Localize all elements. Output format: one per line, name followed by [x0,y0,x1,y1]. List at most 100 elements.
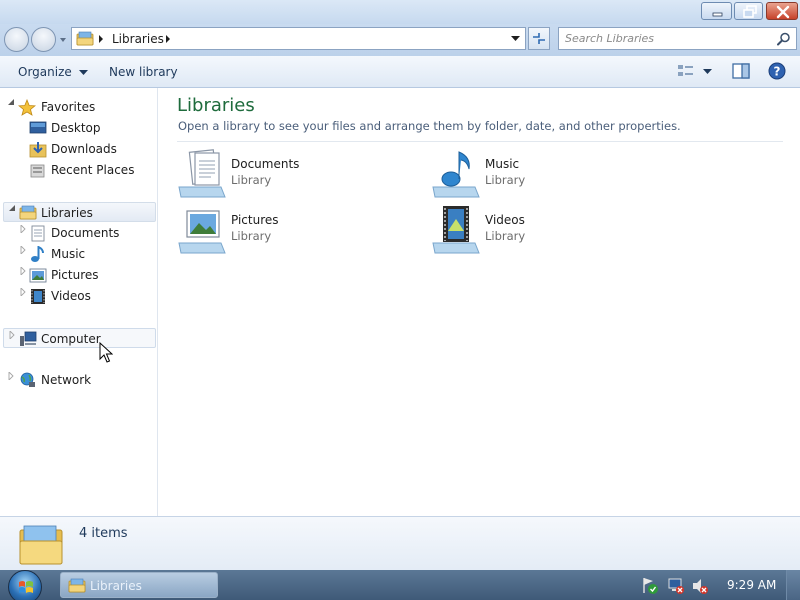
nav-recent-places-label: Recent Places [51,163,135,177]
search-input[interactable] [559,28,769,49]
videos-library-icon [432,206,480,254]
collapsed-triangle-icon[interactable] [9,331,15,339]
search-box [558,27,797,50]
nav-libraries[interactable]: Libraries [3,202,156,222]
collapsed-triangle-icon[interactable] [20,267,26,275]
expanded-triangle-icon[interactable] [9,205,16,212]
collapsed-triangle-icon[interactable] [8,372,14,380]
restore-button[interactable] [734,2,763,20]
start-button[interactable] [8,570,42,600]
address-dropdown-icon[interactable] [511,36,520,42]
nav-desktop-label: Desktop [51,121,101,135]
close-button[interactable] [766,2,798,20]
nav-favorites[interactable]: Favorites [4,97,154,117]
back-button[interactable] [4,27,29,52]
breadcrumb-arrow-icon[interactable] [98,35,104,43]
organize-label: Organize [18,65,72,79]
breadcrumb-libraries[interactable]: Libraries [112,32,164,46]
library-name: Pictures [231,213,279,227]
view-options-dropdown-icon[interactable] [703,69,712,75]
nav-music-label: Music [51,247,86,261]
library-tile-pictures[interactable]: Pictures Library [177,205,407,255]
network-status-icon[interactable] [667,577,685,595]
address-bar[interactable]: Libraries [71,27,526,50]
svg-text:?: ? [774,65,781,79]
downloads-icon [29,142,47,158]
refresh-icon [533,33,545,44]
library-type: Library [231,229,272,243]
nav-libraries-label: Libraries [41,206,93,220]
expanded-triangle-icon[interactable] [8,99,15,106]
nav-pictures-label: Pictures [51,268,99,282]
new-library-button[interactable]: New library [109,65,178,79]
content-pane: Libraries Open a library to see your fil… [159,88,800,516]
nav-videos[interactable]: Videos [4,286,154,306]
clock[interactable]: 9:29 AM [727,578,776,592]
nav-recent-places[interactable]: Recent Places [4,160,154,180]
nav-favorites-label: Favorites [41,100,96,114]
nav-network-label: Network [41,373,92,387]
library-tile-music[interactable]: Music Library [431,149,661,199]
header-divider [177,141,783,142]
nav-documents-label: Documents [51,226,120,240]
mouse-cursor-icon [99,342,113,363]
collapsed-triangle-icon[interactable] [20,288,26,296]
minimize-icon [712,12,723,17]
documents-library-icon [178,149,226,198]
recent-places-icon [30,164,45,178]
computer-icon [20,331,37,346]
close-icon [776,5,790,19]
collapsed-triangle-icon[interactable] [20,225,26,233]
forward-button[interactable] [31,27,56,52]
nav-network[interactable]: Network [4,370,154,390]
libraries-folder-icon [76,31,94,46]
library-type: Library [485,173,526,187]
organize-dropdown-icon [78,69,88,75]
command-bar: Organize New library ? [0,56,800,88]
nav-documents[interactable]: Documents [4,223,154,243]
restore-icon [743,5,757,18]
breadcrumb-arrow-icon[interactable] [165,35,171,43]
minimize-button[interactable] [701,2,732,20]
nav-music[interactable]: Music [4,244,154,264]
music-library-icon [432,151,480,198]
pictures-icon [29,268,47,283]
title-bar [0,0,800,24]
page-subtitle: Open a library to see your files and arr… [178,119,681,133]
help-icon[interactable]: ? [768,62,786,80]
nav-downloads-label: Downloads [51,142,117,156]
page-title: Libraries [177,95,255,116]
music-icon [31,246,44,262]
show-desktop-button[interactable] [786,570,800,600]
navigation-pane: Favorites Desktop Downloads Recent Place… [0,88,158,516]
library-type: Library [485,229,526,243]
organize-button[interactable]: Organize [18,65,88,79]
nav-computer[interactable]: Computer [3,328,156,348]
forward-arrow-icon [32,28,57,53]
collapsed-triangle-icon[interactable] [20,246,26,254]
star-icon [18,99,36,116]
desktop-icon [29,121,47,134]
back-arrow-icon [5,28,30,53]
action-center-icon[interactable] [641,577,659,595]
volume-muted-icon[interactable] [691,577,709,595]
taskbar: Libraries 9:29 AM [0,570,800,600]
library-name: Music [485,157,520,171]
preview-pane-icon[interactable] [732,63,750,79]
library-tile-documents[interactable]: Documents Library [177,149,407,199]
network-icon [20,372,35,387]
search-icon[interactable] [777,32,791,46]
nav-pictures[interactable]: Pictures [4,265,154,285]
taskbar-window-label: Libraries [90,579,142,593]
recent-pages-dropdown-icon[interactable] [59,36,67,44]
nav-downloads[interactable]: Downloads [4,139,154,159]
videos-icon [31,289,45,304]
refresh-button[interactable] [528,27,550,50]
taskbar-window-libraries[interactable]: Libraries [60,572,218,598]
nav-computer-label: Computer [41,332,101,346]
library-type: Library [231,173,272,187]
change-view-icon[interactable] [677,63,695,79]
libraries-folder-icon [68,578,86,593]
nav-desktop[interactable]: Desktop [4,118,154,138]
library-tile-videos[interactable]: Videos Library [431,205,661,255]
